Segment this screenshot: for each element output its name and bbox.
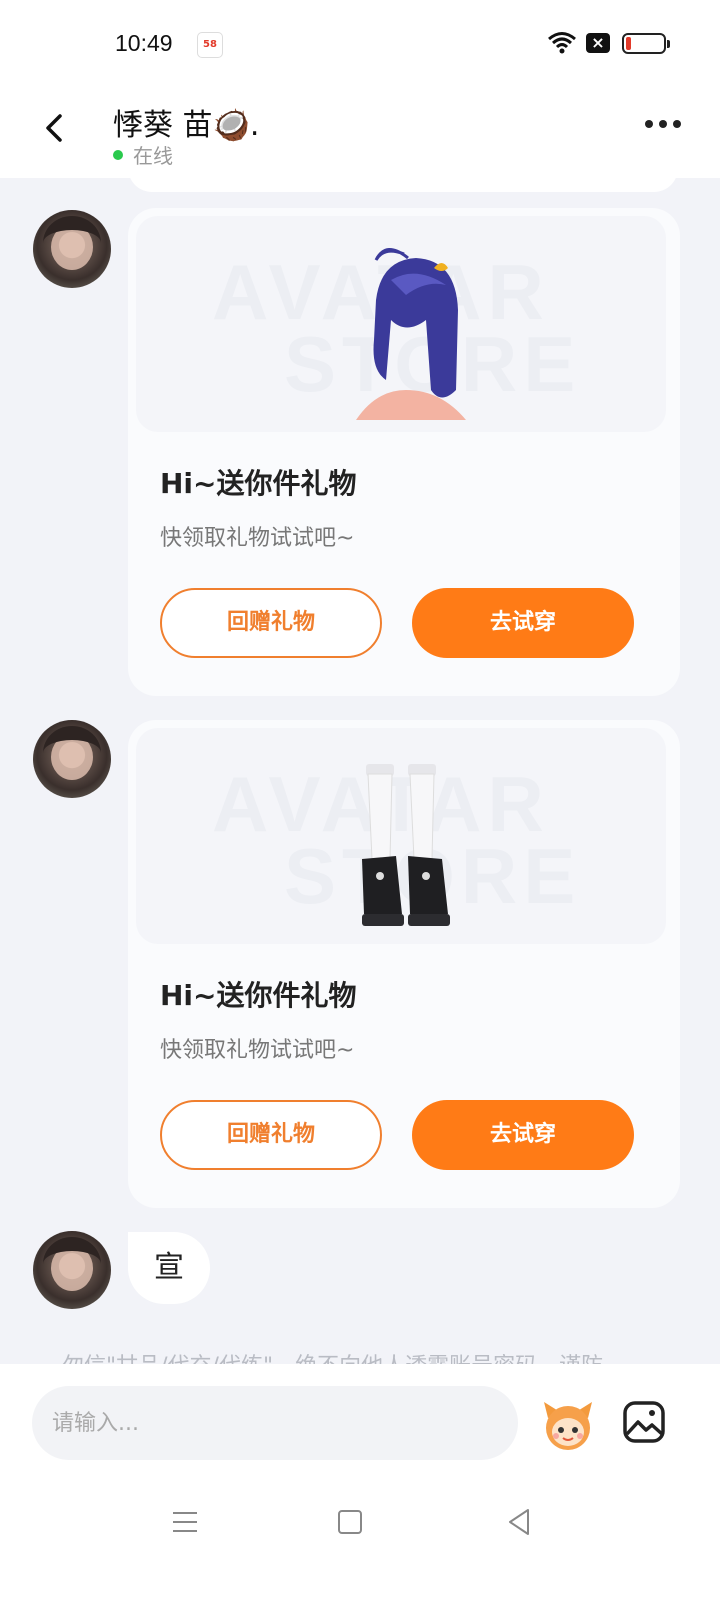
home-icon[interactable] xyxy=(338,1510,362,1534)
return-gift-button[interactable]: 回赠礼物 xyxy=(160,1100,382,1170)
avatar[interactable] xyxy=(33,720,111,798)
battery-icon xyxy=(622,33,670,54)
gift-subtitle: 快领取礼物试试吧~ xyxy=(160,1038,355,1063)
back-icon[interactable] xyxy=(38,110,74,146)
wifi-icon xyxy=(548,32,576,54)
more-options-icon[interactable] xyxy=(645,120,681,128)
gift-title: Hi~送你件礼物 xyxy=(160,467,357,500)
anime-hair-icon xyxy=(356,248,466,420)
online-status-text: 在线 xyxy=(133,144,173,168)
gift-title: Hi~送你件礼物 xyxy=(160,979,357,1012)
avatar[interactable] xyxy=(33,210,111,288)
status-time: 10:49 xyxy=(115,30,173,56)
gift-card: AVATARSTORE Hi~送你件礼物 快领取礼物试试吧~ 回赠礼物 去试穿 xyxy=(128,720,680,1208)
try-on-button[interactable]: 去试穿 xyxy=(412,1100,634,1170)
online-dot-icon xyxy=(113,149,123,160)
try-on-button[interactable]: 去试穿 xyxy=(412,588,634,658)
text-message-bubble: 宣 xyxy=(128,1232,210,1304)
mascot-sticker-icon[interactable] xyxy=(540,1396,596,1452)
return-gift-button[interactable]: 回赠礼物 xyxy=(160,588,382,658)
system-back-icon[interactable] xyxy=(506,1508,532,1536)
image-picker-icon[interactable] xyxy=(622,1400,666,1444)
gift-preview: AVATARSTORE xyxy=(136,728,666,944)
status-bar: 10:49 58 × xyxy=(0,0,720,82)
chat-header: 悸葵 苗🥥. 在线 xyxy=(0,82,720,178)
recent-apps-icon[interactable] xyxy=(172,1510,198,1534)
chat-title: 悸葵 苗🥥. xyxy=(113,108,260,143)
gift-preview: AVATARSTORE xyxy=(136,216,666,432)
system-nav-bar xyxy=(0,1490,720,1560)
socks-shoes-icon xyxy=(362,764,450,926)
gift-subtitle: 快领取礼物试试吧~ xyxy=(160,526,355,551)
close-box-icon: × xyxy=(586,33,610,53)
previous-message-bubble xyxy=(128,166,678,192)
app-notification-icon: 58 xyxy=(197,32,223,58)
message-input[interactable] xyxy=(32,1386,518,1460)
avatar[interactable] xyxy=(33,1231,111,1309)
online-status: 在线 xyxy=(113,140,173,169)
gift-card: AVATARSTORE Hi~送你件礼物 快领取礼物试试吧~ 回赠礼物 去试穿 xyxy=(128,208,680,696)
composer xyxy=(0,1364,720,1612)
